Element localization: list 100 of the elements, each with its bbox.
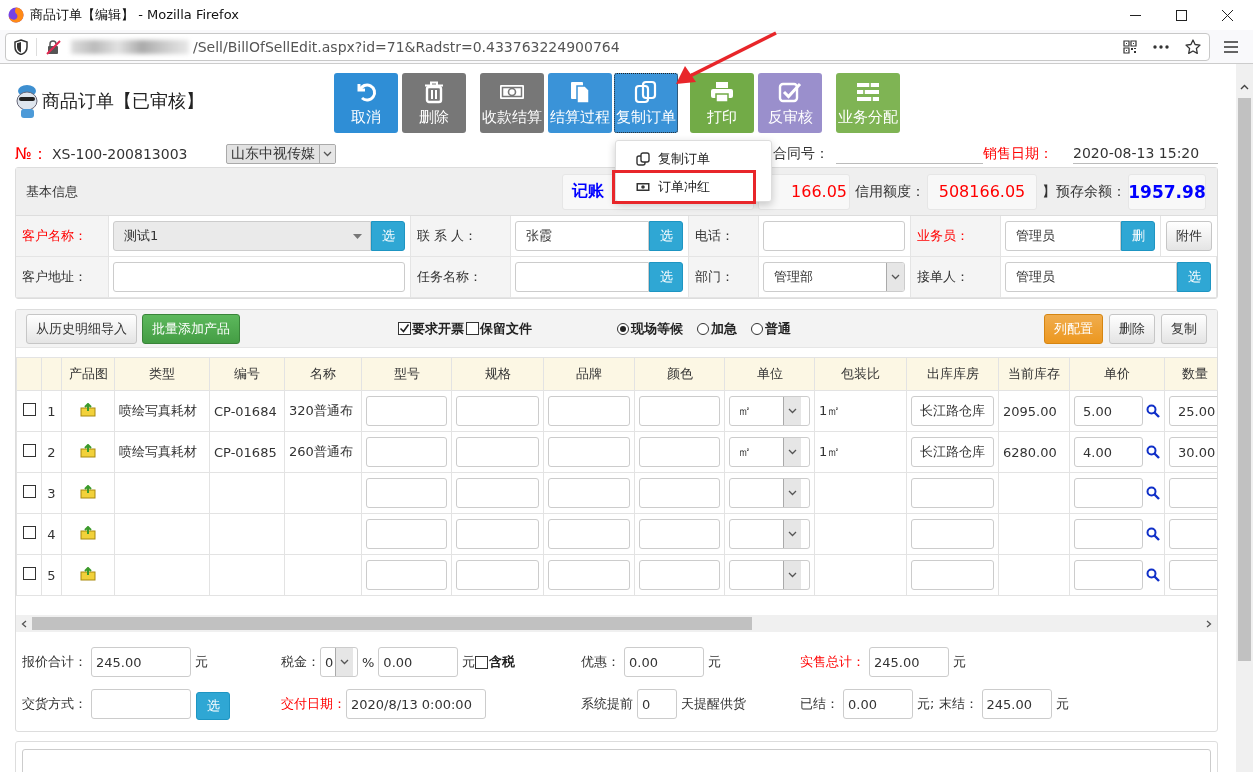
close-icon[interactable] xyxy=(1221,9,1233,21)
row-checkbox[interactable] xyxy=(22,485,36,498)
select-field[interactable]: ㎡ xyxy=(729,396,810,426)
upload-icon[interactable] xyxy=(80,443,96,458)
text-field[interactable]: 管理员 xyxy=(1005,262,1177,292)
upload-icon[interactable] xyxy=(80,566,96,581)
radio-button[interactable] xyxy=(751,322,763,335)
text-field[interactable] xyxy=(548,437,630,467)
star-icon[interactable] xyxy=(1185,38,1201,55)
select-field[interactable] xyxy=(729,519,810,549)
text-field[interactable] xyxy=(1169,519,1217,549)
checkbox[interactable] xyxy=(398,322,411,335)
text-field[interactable]: 25.00 xyxy=(1169,396,1217,426)
text-field[interactable] xyxy=(456,519,539,549)
radio-option[interactable]: 现场等候 xyxy=(617,319,683,338)
text-field[interactable] xyxy=(639,560,720,590)
text-field[interactable] xyxy=(1169,478,1217,508)
text-field[interactable]: 长江路仓库 xyxy=(911,396,994,426)
scrollbar-thumb[interactable] xyxy=(32,617,752,630)
text-field[interactable] xyxy=(639,396,720,426)
row-checkbox[interactable] xyxy=(22,444,36,457)
upload-icon[interactable] xyxy=(80,402,96,417)
row-checkbox[interactable] xyxy=(22,526,36,539)
select-field[interactable] xyxy=(729,478,810,508)
text-field[interactable] xyxy=(1074,519,1143,549)
maximize-icon[interactable] xyxy=(1175,9,1187,21)
select-field[interactable]: 管理部 xyxy=(763,262,905,292)
text-field[interactable] xyxy=(366,396,447,426)
more-icon[interactable] xyxy=(1153,44,1169,49)
text-field[interactable] xyxy=(1074,560,1143,590)
text-field[interactable] xyxy=(639,519,720,549)
radio-button[interactable] xyxy=(617,322,629,335)
text-field[interactable] xyxy=(456,478,539,508)
text-field[interactable] xyxy=(548,560,630,590)
search-icon[interactable] xyxy=(1146,527,1160,541)
text-field[interactable] xyxy=(366,560,447,590)
row-checkbox[interactable] xyxy=(22,567,36,580)
checkbox-option[interactable]: 要求开票 xyxy=(398,319,464,338)
checkbox-option[interactable]: 含税 xyxy=(475,653,516,671)
text-field[interactable] xyxy=(911,519,994,549)
text-field[interactable] xyxy=(548,396,630,426)
upload-icon[interactable] xyxy=(80,484,96,499)
text-field[interactable]: 长江路仓库 xyxy=(911,437,994,467)
text-field[interactable] xyxy=(366,519,447,549)
checkbox[interactable] xyxy=(475,655,489,669)
radio-option[interactable]: 普通 xyxy=(751,319,791,338)
text-field[interactable]: 0.00 xyxy=(843,689,913,719)
toolbar-button[interactable]: 从历史明细导入 xyxy=(26,313,137,344)
text-field[interactable]: 245.00 xyxy=(91,647,191,677)
search-icon[interactable] xyxy=(1146,404,1160,418)
toolbar-button[interactable]: 复制 xyxy=(1161,313,1207,344)
text-field[interactable]: 5.00 xyxy=(1074,396,1143,426)
upload-icon[interactable] xyxy=(80,525,96,540)
search-icon[interactable] xyxy=(1146,486,1160,500)
text-field[interactable] xyxy=(548,519,630,549)
scrollbar-thumb[interactable] xyxy=(1238,98,1251,661)
text-field[interactable]: 管理员 xyxy=(1005,221,1121,251)
text-field[interactable] xyxy=(1074,478,1143,508)
text-field[interactable]: 张霞 xyxy=(515,221,649,251)
text-field[interactable]: 245.00 xyxy=(869,647,949,677)
text-field[interactable] xyxy=(366,478,447,508)
menu-icon[interactable] xyxy=(1224,40,1238,53)
text-field[interactable] xyxy=(911,560,994,590)
toolbar-button[interactable]: 删除 xyxy=(402,73,466,133)
select-field[interactable]: 0 xyxy=(320,647,358,677)
checkbox[interactable] xyxy=(466,322,479,335)
text-field[interactable] xyxy=(515,262,649,292)
text-field[interactable]: 0.00 xyxy=(624,647,704,677)
text-field[interactable]: 4.00 xyxy=(1074,437,1143,467)
text-field[interactable] xyxy=(113,262,405,292)
select-field[interactable]: ㎡ xyxy=(729,437,810,467)
attachment-button[interactable]: 附件 xyxy=(1166,221,1212,251)
combo-field[interactable]: 测试1 xyxy=(113,221,371,251)
text-field[interactable] xyxy=(911,478,994,508)
checkbox-option[interactable]: 保留文件 xyxy=(466,319,532,338)
text-field[interactable]: 30.00 xyxy=(1169,437,1217,467)
text-field[interactable] xyxy=(456,396,539,426)
text-field[interactable] xyxy=(548,478,630,508)
row-checkbox[interactable] xyxy=(22,403,36,416)
text-field[interactable]: 0 xyxy=(637,689,677,719)
search-icon[interactable] xyxy=(1146,445,1160,459)
text-field[interactable]: 0.00 xyxy=(378,647,459,677)
toolbar-button[interactable]: 删除 xyxy=(1109,313,1155,344)
text-field[interactable] xyxy=(456,560,539,590)
text-field[interactable] xyxy=(639,437,720,467)
text-field[interactable] xyxy=(456,437,539,467)
search-icon[interactable] xyxy=(1146,568,1160,582)
text-field[interactable] xyxy=(91,689,191,719)
company-select[interactable]: 山东中视传媒 xyxy=(226,144,336,164)
menu-item[interactable]: 复制订单 xyxy=(616,146,771,172)
text-field[interactable]: 245.00 xyxy=(981,689,1052,719)
toolbar-button[interactable]: 取消 xyxy=(334,73,398,133)
qr-code-icon[interactable] xyxy=(1123,39,1137,54)
date-field[interactable]: 2020/8/13 0:00:00 xyxy=(346,689,486,719)
toolbar-button[interactable]: 收款结算 xyxy=(480,73,544,133)
radio-option[interactable]: 加急 xyxy=(697,319,737,338)
radio-button[interactable] xyxy=(697,322,709,335)
address-bar[interactable]: /Sell/BillOfSellEdit.aspx?id=71&Radstr=0.433763224900764 xyxy=(5,32,1210,61)
sale-date-field[interactable]: 2020-08-13 15:20 xyxy=(1073,144,1218,164)
select-field[interactable] xyxy=(729,560,810,590)
